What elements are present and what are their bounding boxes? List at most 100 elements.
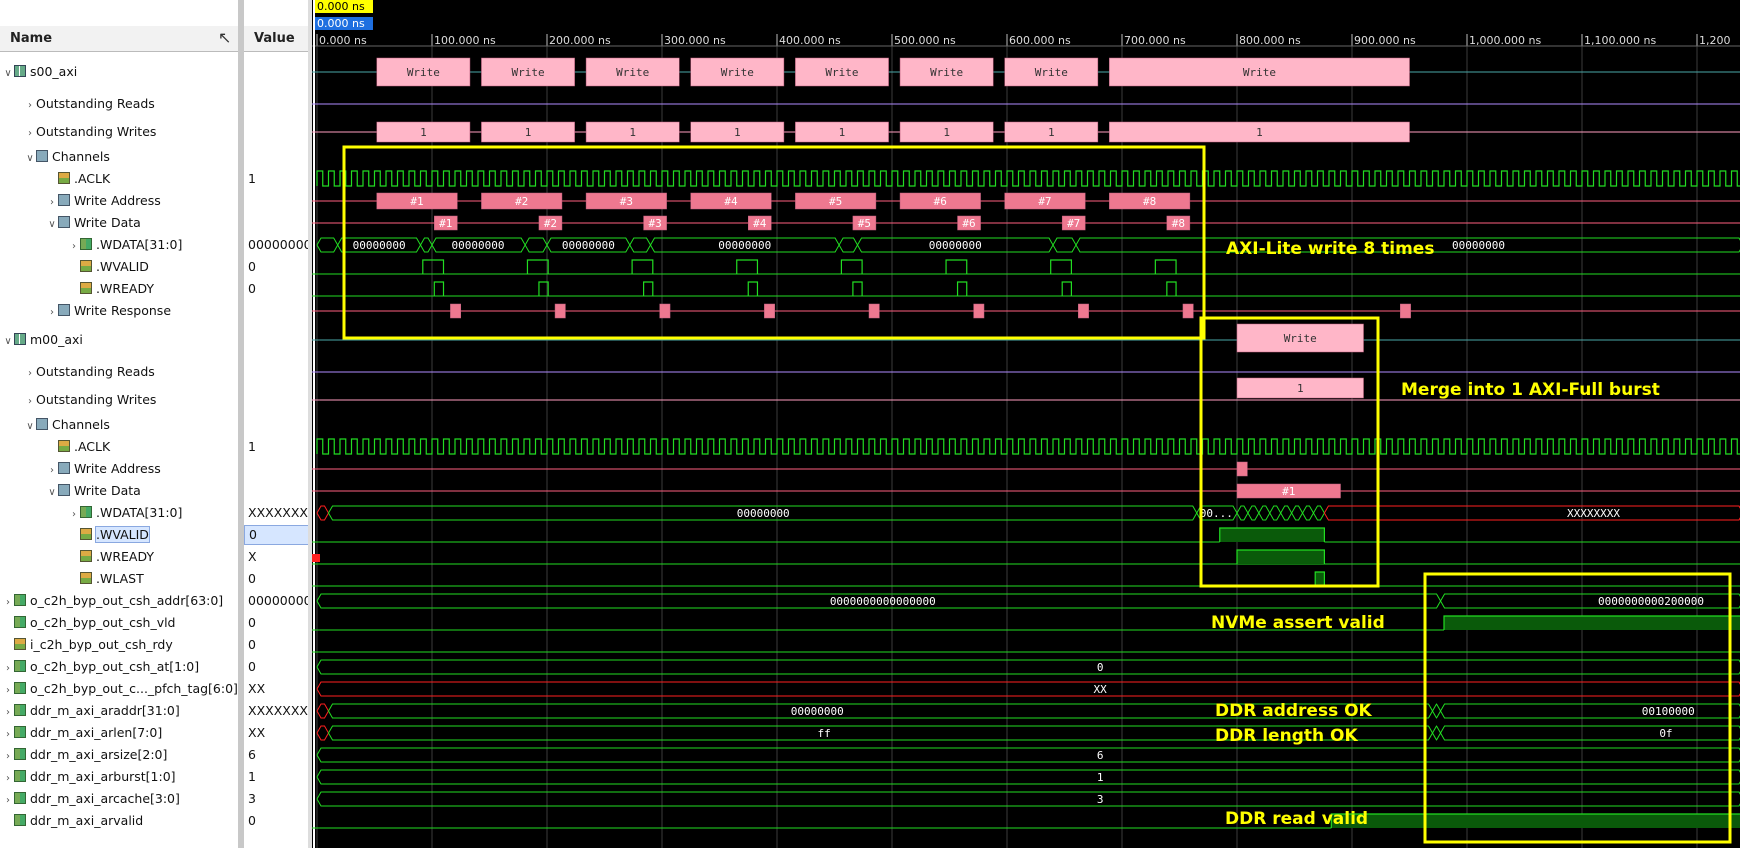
signal-row[interactable]: ∨ m00_axi	[0, 330, 83, 350]
signal-row[interactable]: ∨ Channels	[0, 147, 110, 167]
s-wdata-value: 00000000	[1452, 239, 1505, 252]
signal-name: Outstanding Reads	[36, 96, 155, 111]
expand-closed-icon[interactable]: ›	[2, 791, 14, 811]
arsize-value: 6	[1097, 749, 1104, 762]
signal-name: .ACLK	[74, 439, 111, 454]
bresp-marker[interactable]	[450, 303, 461, 319]
expand-closed-icon[interactable]: ›	[24, 96, 36, 116]
signal-row[interactable]: › o_c2h_byp_out_csh_addr[63:0]	[0, 591, 223, 611]
signal-row[interactable]: › Write Address	[0, 191, 161, 211]
s-waddr-burst-label: #4	[724, 195, 738, 208]
signal-row[interactable]: › ddr_m_axi_araddr[31:0]	[0, 701, 180, 721]
signal-row[interactable]: › ddr_m_axi_arlen[7:0]	[0, 723, 162, 743]
name-column-header[interactable]: Name	[0, 26, 240, 52]
waveform-canvas[interactable]: 0.000 ns 100.000 ns 200.000 ns 300.000 ns 40…	[312, 0, 1740, 848]
signal-row[interactable]: .WLAST	[0, 569, 144, 589]
signal-value: 0	[248, 259, 256, 274]
bresp-marker[interactable]	[764, 303, 775, 319]
bresp-marker[interactable]	[973, 303, 985, 319]
signal-row[interactable]: › Outstanding Reads	[0, 94, 155, 114]
expand-closed-icon[interactable]: ›	[24, 124, 36, 144]
signal-row[interactable]: › Outstanding Writes	[0, 390, 156, 410]
arlen-seg	[1431, 725, 1442, 741]
signal-value	[244, 415, 308, 435]
signal-row[interactable]: .WVALID	[0, 525, 150, 545]
expand-open-icon[interactable]: ∨	[46, 215, 58, 235]
signal-row[interactable]: › .WDATA[31:0]	[0, 235, 182, 255]
signal-row[interactable]: o_c2h_byp_out_csh_vld	[0, 613, 176, 633]
signal-row[interactable]: › Outstanding Writes	[0, 122, 156, 142]
signal-row[interactable]: i_c2h_byp_out_csh_rdy	[0, 635, 173, 655]
signal-row[interactable]: .WVALID	[0, 257, 149, 277]
expand-closed-icon[interactable]: ›	[2, 703, 14, 723]
expand-open-icon[interactable]: ∨	[24, 149, 36, 169]
s-write-transaction-label: Write	[511, 66, 544, 79]
signal-icon	[80, 528, 92, 540]
wvalid-pulse	[422, 259, 445, 274]
signal-row[interactable]: .ACLK	[0, 437, 110, 457]
expand-closed-icon[interactable]: ›	[24, 392, 36, 412]
bresp-marker[interactable]	[868, 303, 880, 319]
signal-row[interactable]: .ACLK	[0, 169, 110, 189]
wready-pulse	[747, 281, 759, 296]
m-waddr-marker[interactable]	[1236, 461, 1248, 477]
signal-row[interactable]: › o_c2h_byp_out_c..._pfch_tag[6:0]	[0, 679, 238, 699]
signal-row[interactable]: › o_c2h_byp_out_csh_at[1:0]	[0, 657, 199, 677]
signal-row[interactable]: › .WDATA[31:0]	[0, 503, 182, 523]
bresp-marker[interactable]	[1400, 303, 1411, 319]
signal-row[interactable]: ∨ Write Data	[0, 213, 141, 233]
bresp-marker[interactable]	[1182, 303, 1194, 319]
expand-open-icon[interactable]: ∨	[2, 64, 14, 84]
s-write-transaction-label: Write	[825, 66, 858, 79]
s-wdata-burst-label: #1	[439, 217, 452, 230]
annotation-nvme-valid: NVMe assert valid	[1211, 613, 1385, 633]
expand-open-icon[interactable]: ∨	[24, 417, 36, 437]
expand-open-icon[interactable]: ∨	[46, 483, 58, 503]
signal-row[interactable]: › Write Address	[0, 459, 161, 479]
expand-closed-icon[interactable]: ›	[2, 593, 14, 613]
signal-name: .WVALID	[95, 526, 150, 543]
expand-closed-icon[interactable]: ›	[68, 237, 80, 257]
expand-closed-icon[interactable]: ›	[2, 681, 14, 701]
signal-row[interactable]: › ddr_m_axi_arsize[2:0]	[0, 745, 167, 765]
signal-row[interactable]: › ddr_m_axi_arcache[3:0]	[0, 789, 180, 809]
bresp-marker[interactable]	[1078, 303, 1089, 319]
expand-closed-icon[interactable]: ›	[2, 747, 14, 767]
signal-row[interactable]: .WREADY	[0, 547, 154, 567]
value-column-header[interactable]: Value	[244, 26, 308, 52]
vector-signal-icon	[14, 770, 26, 782]
expand-closed-icon[interactable]: ›	[24, 364, 36, 384]
signal-row[interactable]: ∨ Channels	[0, 415, 110, 435]
arlen-value: ff	[818, 727, 831, 740]
bresp-marker[interactable]	[659, 303, 671, 319]
expand-closed-icon[interactable]: ›	[46, 461, 58, 481]
signal-row[interactable]: ddr_m_axi_arvalid	[0, 811, 143, 831]
expand-closed-icon[interactable]: ›	[46, 303, 58, 323]
expand-closed-icon[interactable]: ›	[46, 193, 58, 213]
signal-row[interactable]: ∨ s00_axi	[0, 62, 77, 82]
s-outstanding-count-label: 1	[1256, 126, 1263, 139]
arburst-value: 1	[1097, 771, 1104, 784]
expand-closed-icon[interactable]: ›	[2, 725, 14, 745]
signal-row[interactable]: › ddr_m_axi_arburst[1:0]	[0, 767, 176, 787]
expand-open-icon[interactable]: ∨	[2, 332, 14, 352]
bresp-marker[interactable]	[554, 303, 566, 319]
signal-icon	[80, 550, 92, 562]
signal-row[interactable]: › Write Response	[0, 301, 171, 321]
m-wready-pulse	[1236, 549, 1325, 564]
annotation-merge: Merge into 1 AXI-Full burst	[1401, 380, 1660, 400]
expand-closed-icon[interactable]: ›	[68, 505, 80, 525]
expand-closed-icon[interactable]: ›	[2, 659, 14, 679]
m-wdata-value: 00000000	[737, 507, 790, 520]
signal-value: 0	[244, 525, 308, 545]
signal-value	[244, 330, 308, 350]
pfch-tag-value: XX	[1094, 683, 1108, 696]
signal-row[interactable]: .WREADY	[0, 279, 154, 299]
s-waddr-burst-label: #1	[410, 195, 423, 208]
signal-panel: Name ∨ s00_axi › Outstanding Reads › Outstand…	[0, 0, 240, 848]
csh-addr-value: 0000000000000000	[830, 595, 936, 608]
signal-row[interactable]: ∨ Write Data	[0, 481, 141, 501]
signal-row[interactable]: › Outstanding Reads	[0, 362, 155, 382]
s-write-transaction-label: Write	[1035, 66, 1068, 79]
expand-closed-icon[interactable]: ›	[2, 769, 14, 789]
